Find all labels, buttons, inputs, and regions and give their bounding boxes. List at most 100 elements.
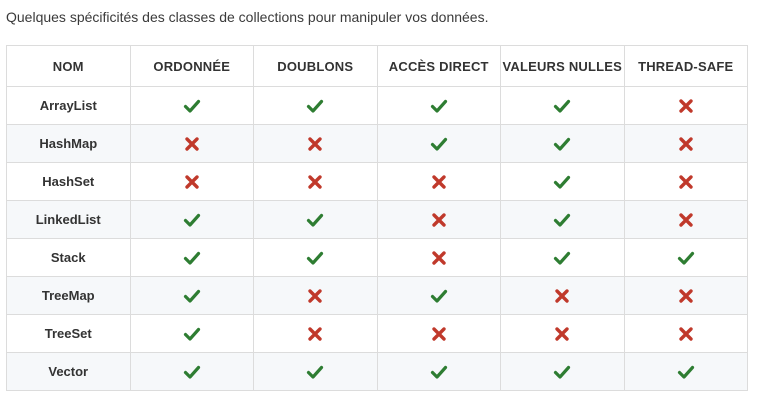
table-row: TreeMap [6, 276, 748, 315]
table-cell [253, 352, 378, 391]
table-cell [253, 200, 378, 239]
table-cell [129, 314, 254, 353]
row-name: ArrayList [6, 86, 131, 125]
row-name: Vector [6, 352, 131, 391]
cross-icon [677, 287, 695, 305]
table-cell [376, 86, 501, 125]
column-header: NOM [6, 45, 131, 87]
check-icon [677, 363, 695, 381]
cross-icon [183, 135, 201, 153]
table-cell [376, 314, 501, 353]
check-icon [183, 363, 201, 381]
table-cell [500, 314, 625, 353]
table-cell [129, 352, 254, 391]
table-cell [500, 124, 625, 163]
table-cell [623, 352, 748, 391]
cross-icon [430, 173, 448, 191]
check-icon [430, 287, 448, 305]
table-cell [253, 314, 378, 353]
table-cell [623, 238, 748, 277]
cross-icon [306, 287, 324, 305]
table-cell [376, 124, 501, 163]
check-icon [183, 211, 201, 229]
page: Quelques spécificités des classes de col… [0, 0, 764, 403]
check-icon [553, 211, 571, 229]
table-cell [500, 86, 625, 125]
row-name: LinkedList [6, 200, 131, 239]
row-name: HashSet [6, 162, 131, 201]
table-cell [253, 276, 378, 315]
table-row: HashMap [6, 124, 748, 163]
table-cell [376, 200, 501, 239]
check-icon [677, 249, 695, 267]
collections-table: NOM ORDONNÉE DOUBLONS ACCÈS DIRECT VALEURS N… [6, 45, 748, 391]
table-cell [500, 276, 625, 315]
column-header: THREAD-SAFE [623, 45, 748, 87]
check-icon [553, 97, 571, 115]
check-icon [306, 249, 324, 267]
row-name: TreeSet [6, 314, 131, 353]
column-header: ORDONNÉE [129, 45, 254, 87]
table-cell [253, 86, 378, 125]
table-cell [376, 238, 501, 277]
table-cell [376, 352, 501, 391]
table-cell [376, 276, 501, 315]
check-icon [553, 363, 571, 381]
table-cell [500, 238, 625, 277]
check-icon [430, 135, 448, 153]
table-cell [500, 162, 625, 201]
table-row: HashSet [6, 162, 748, 201]
table-cell [623, 276, 748, 315]
table-cell [623, 314, 748, 353]
table-row: Stack [6, 238, 748, 277]
check-icon [553, 173, 571, 191]
column-header: DOUBLONS [253, 45, 378, 87]
column-header: ACCÈS DIRECT [376, 45, 501, 87]
table-cell [623, 162, 748, 201]
cross-icon [306, 325, 324, 343]
table-cell [253, 162, 378, 201]
table-body: ArrayList HashMap HashSet LinkedList Stack Tr… [6, 86, 748, 391]
check-icon [306, 363, 324, 381]
table-header: NOM ORDONNÉE DOUBLONS ACCÈS DIRECT VALEURS N… [6, 45, 748, 87]
cross-icon [677, 325, 695, 343]
check-icon [183, 287, 201, 305]
table-row: Vector [6, 352, 748, 391]
cross-icon [306, 135, 324, 153]
row-name: TreeMap [6, 276, 131, 315]
table-cell [129, 238, 254, 277]
table-cell [623, 200, 748, 239]
table-cell [129, 162, 254, 201]
table-cell [623, 124, 748, 163]
check-icon [183, 325, 201, 343]
table-row: ArrayList [6, 86, 748, 125]
table-cell [129, 86, 254, 125]
column-header: VALEURS NULLES [500, 45, 625, 87]
table-cell [376, 162, 501, 201]
check-icon [306, 211, 324, 229]
table-cell [500, 200, 625, 239]
cross-icon [430, 249, 448, 267]
cross-icon [677, 211, 695, 229]
table-cell [129, 200, 254, 239]
table-cell [253, 124, 378, 163]
cross-icon [306, 173, 324, 191]
cross-icon [553, 287, 571, 305]
check-icon [430, 97, 448, 115]
check-icon [306, 97, 324, 115]
cross-icon [677, 173, 695, 191]
cross-icon [430, 211, 448, 229]
table-cell [623, 86, 748, 125]
table-row: TreeSet [6, 314, 748, 353]
table-row: LinkedList [6, 200, 748, 239]
cross-icon [677, 135, 695, 153]
check-icon [430, 363, 448, 381]
cross-icon [430, 325, 448, 343]
cross-icon [553, 325, 571, 343]
table-cell [129, 124, 254, 163]
cross-icon [183, 173, 201, 191]
check-icon [553, 135, 571, 153]
table-caption: Quelques spécificités des classes de col… [6, 9, 489, 25]
check-icon [553, 249, 571, 267]
row-name: Stack [6, 238, 131, 277]
